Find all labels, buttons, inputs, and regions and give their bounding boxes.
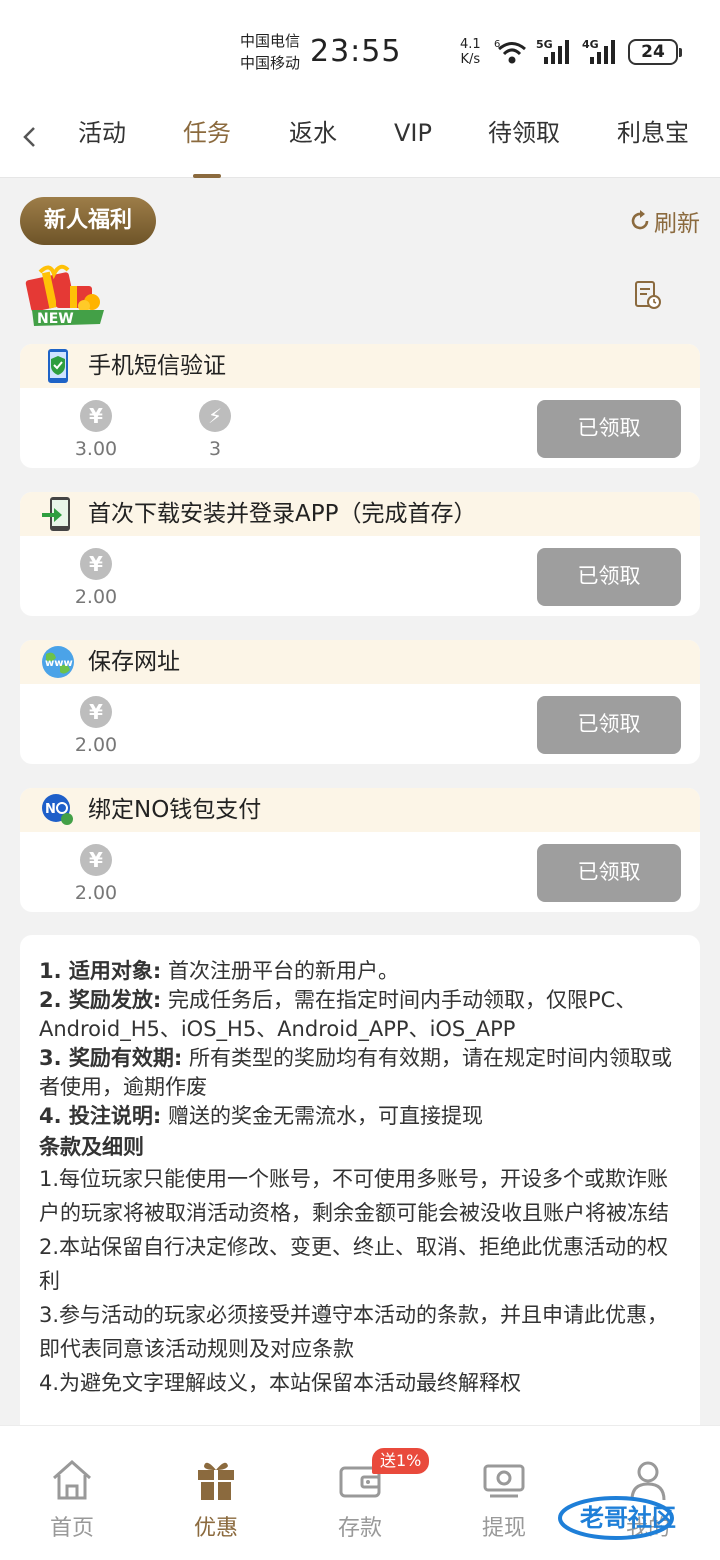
energy-amount: 3: [208, 438, 222, 460]
task-title: 手机短信验证: [88, 353, 226, 379]
tab-interest[interactable]: 利息宝: [617, 118, 689, 158]
task-card-bind-wallet: N 绑定NO钱包支付 ¥ 2.00 已领取: [20, 788, 700, 912]
task-card-sms-verify: 手机短信验证 ¥ 3.00 ⚡ 3 已领取: [20, 344, 700, 468]
nav-label: 首页: [49, 1516, 94, 1541]
battery-indicator: 24: [628, 39, 682, 65]
nav-label: 存款: [337, 1516, 382, 1541]
clock: 23:55: [310, 34, 402, 69]
rule-label: 1. 适用对象:: [39, 959, 162, 983]
tab-active-indicator: [193, 174, 221, 178]
term-item: 3.参与活动的玩家必须接受并遵守本活动的条款，并且申请此优惠，即代表同意该活动规…: [39, 1303, 669, 1361]
tab-rebate[interactable]: 返水: [289, 118, 337, 158]
task-card-download-app: 首次下载安装并登录APP（完成首存） ¥ 2.00 已领取: [20, 492, 700, 616]
claimed-button[interactable]: 已领取: [537, 844, 681, 902]
svg-text:5G: 5G: [536, 38, 553, 51]
network-speed: 4.1 K/s: [460, 37, 481, 67]
reward-stat: ¥ 2.00: [66, 696, 126, 756]
refresh-label: 刷新: [654, 211, 700, 237]
rule-item: 2. 奖励发放: 完成任务后，需在指定时间内手动领取，仅限PC、Android_…: [39, 986, 682, 1044]
globe-www-icon: www: [42, 646, 74, 678]
tab-vip[interactable]: VIP: [394, 118, 432, 158]
nav-withdraw[interactable]: 提现: [454, 1456, 554, 1542]
reward-stat: ¥ 3.00: [66, 400, 126, 460]
reward-amount: 2.00: [74, 882, 118, 904]
carrier-2: 中国移动: [240, 54, 301, 72]
rule-label: 2. 奖励发放:: [39, 988, 162, 1012]
task-card-header: www 保存网址: [20, 640, 700, 684]
rule-item: 4. 投注说明: 赠送的奖金无需流水，可直接提现: [39, 1102, 682, 1131]
lightning-icon: ⚡: [199, 400, 231, 432]
task-card-header: 手机短信验证: [20, 344, 700, 388]
reward-amount: 2.00: [74, 734, 118, 756]
back-icon[interactable]: [18, 122, 42, 152]
rule-item: 3. 奖励有效期: 所有类型的奖励均有有效期，请在规定时间内领取或者使用，逾期作…: [39, 1044, 682, 1102]
net-speed-unit: K/s: [460, 52, 481, 67]
rule-text: 赠送的奖金无需流水，可直接提现: [161, 1104, 483, 1128]
svg-text:www: www: [45, 658, 73, 669]
tab-activity[interactable]: 活动: [78, 118, 126, 158]
task-title: 保存网址: [88, 649, 180, 675]
rules-panel: 1. 适用对象: 首次注册平台的新用户。 2. 奖励发放: 完成任务后，需在指定…: [20, 935, 700, 1455]
task-title: 绑定NO钱包支付: [88, 797, 262, 823]
claimed-button[interactable]: 已领取: [537, 400, 681, 458]
signal-5g-icon: 5G: [536, 38, 569, 64]
rule-label: 3. 奖励有效期:: [39, 1046, 183, 1070]
rule-label: 4. 投注说明:: [39, 1104, 162, 1128]
phone-download-icon: [42, 497, 70, 531]
status-bar: 中国电信 中国移动 23:55 4.1 K/s 6 5G 4G 24: [0, 0, 720, 100]
yuan-icon: ¥: [80, 400, 112, 432]
term-item: 2.本站保留自行决定修改、变更、终止、取消、拒绝此优惠活动的权利: [39, 1235, 669, 1293]
nav-home[interactable]: 首页: [22, 1456, 122, 1542]
nav-promotions[interactable]: 优惠: [166, 1456, 266, 1542]
task-title: 首次下载安装并登录APP（完成首存）: [88, 501, 477, 527]
reward-amount: 2.00: [74, 586, 118, 608]
task-card-header: 首次下载安装并登录APP（完成首存）: [20, 492, 700, 536]
watermark-logo: 老哥社区: [558, 1496, 676, 1540]
reward-stat: ¥ 2.00: [66, 844, 126, 904]
net-speed-value: 4.1: [460, 37, 481, 52]
term-item: 4.为避免文字理解歧义，本站保留本活动最终解释权: [39, 1371, 522, 1395]
task-card-save-url: www 保存网址 ¥ 2.00 已领取: [20, 640, 700, 764]
withdraw-icon: [483, 1464, 525, 1498]
rule-text: 首次注册平台的新用户。: [161, 959, 399, 983]
carrier-1: 中国电信: [240, 32, 301, 50]
yuan-icon: ¥: [80, 696, 112, 728]
signal-4g-icon: 4G: [582, 38, 615, 64]
tab-tasks[interactable]: 任务: [183, 118, 231, 158]
deposit-promo-badge: 送1%: [372, 1448, 430, 1474]
claimed-button[interactable]: 已领取: [537, 548, 681, 606]
claimed-button[interactable]: 已领取: [537, 696, 681, 754]
new-gift-icon: NEW: [25, 264, 104, 327]
svg-text:NEW: NEW: [37, 311, 74, 327]
home-icon: [53, 1459, 91, 1500]
refresh-icon: [631, 210, 649, 230]
yuan-icon: ¥: [80, 844, 112, 876]
nav-label: 优惠: [193, 1516, 238, 1541]
tab-pending[interactable]: 待领取: [488, 118, 560, 158]
reward-amount: 3.00: [74, 438, 118, 460]
refresh-button[interactable]: 刷新: [628, 206, 700, 237]
carrier-info: 中国电信 中国移动: [240, 30, 300, 74]
gift-icon: [198, 1462, 234, 1500]
nav-label: 提现: [481, 1516, 526, 1541]
yuan-icon: ¥: [80, 548, 112, 580]
rule-item: 1. 适用对象: 首次注册平台的新用户。: [39, 957, 682, 986]
svg-text:老哥社区: 老哥社区: [580, 1504, 676, 1532]
reward-stat: ¥ 2.00: [66, 548, 126, 608]
newbie-benefits-badge: 新人福利: [20, 197, 156, 245]
task-card-header: N 绑定NO钱包支付: [20, 788, 700, 832]
tab-bar: 活动 任务 返水 VIP 待领取 利息宝: [0, 100, 720, 178]
svg-text:4G: 4G: [582, 38, 599, 51]
phone-shield-icon: [48, 349, 68, 383]
svg-text:N: N: [45, 802, 56, 817]
task-record-icon[interactable]: [634, 280, 662, 310]
wifi-icon: 6: [494, 39, 526, 64]
energy-stat: ⚡ 3: [185, 400, 245, 460]
term-item: 1.每位玩家只能使用一个账号，不可使用多账号，开设多个或欺诈账户的玩家将被取消活…: [39, 1167, 669, 1225]
terms-title: 条款及细则: [39, 1135, 144, 1159]
signal-icons: 6 5G 4G: [494, 36, 620, 66]
no-wallet-icon: N: [42, 794, 73, 825]
